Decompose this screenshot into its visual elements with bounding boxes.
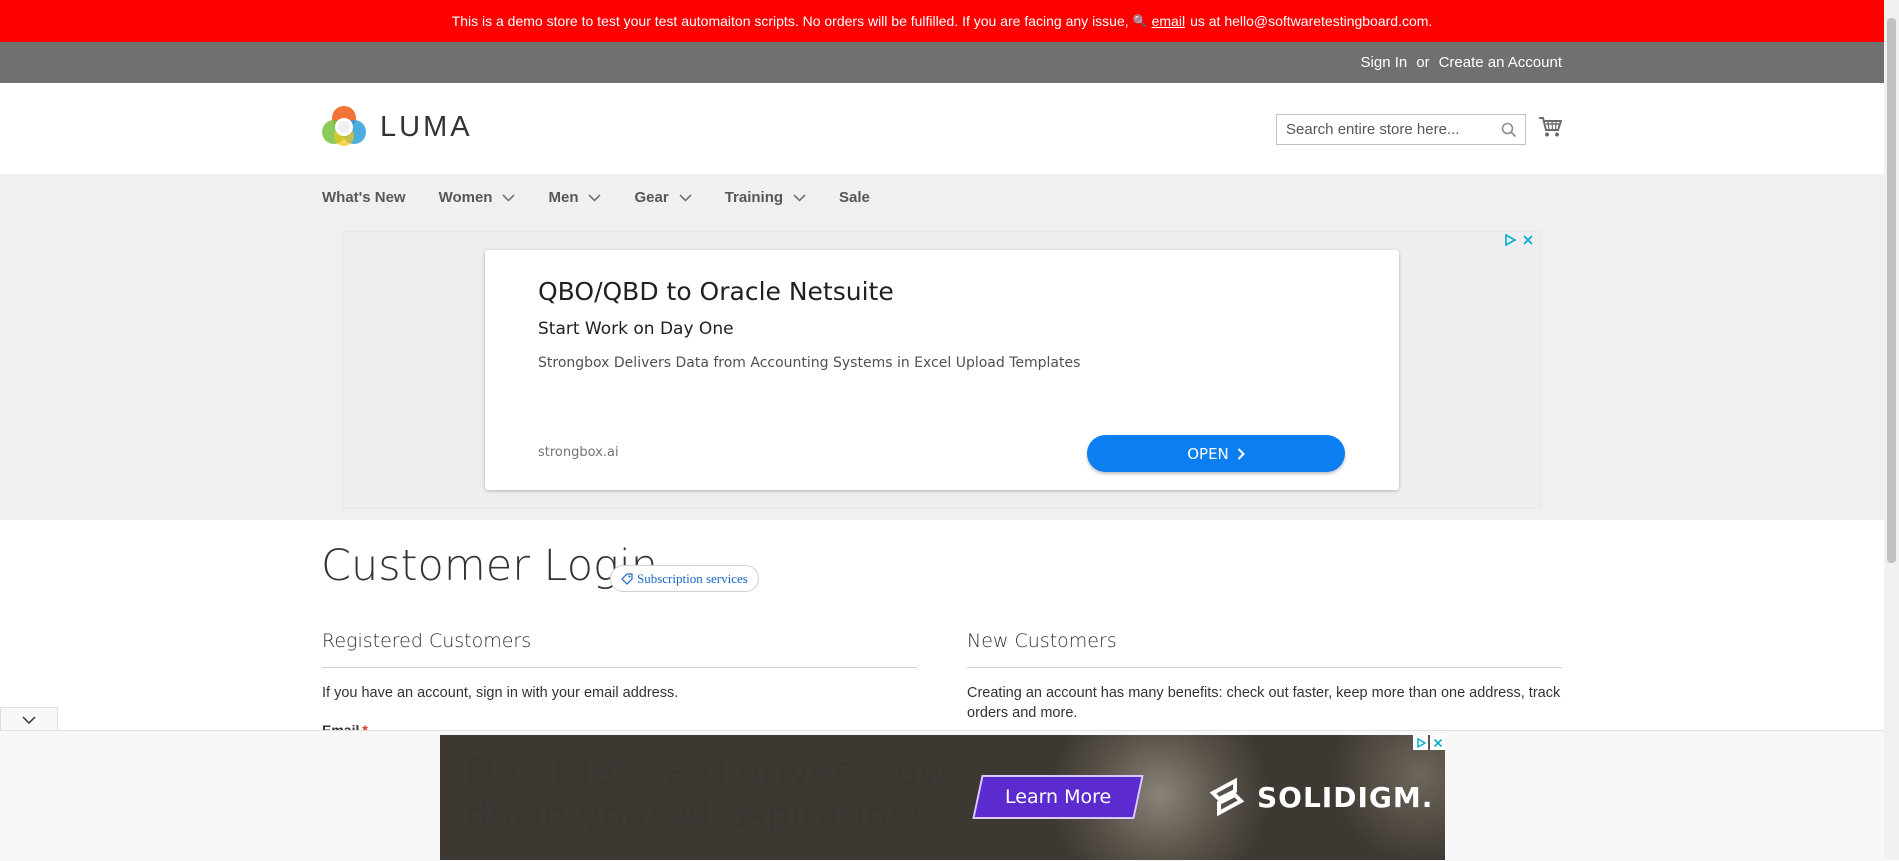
new-customers-intro: Creating an account has many benefits: c… <box>967 685 1561 721</box>
adchoices-icon[interactable] <box>1413 735 1428 750</box>
new-customers-divider <box>967 667 1562 668</box>
ad-description: Strongbox Delivers Data from Accounting … <box>538 355 1081 371</box>
nav-label: Sale <box>839 189 870 206</box>
learn-more-label: Learn More <box>1004 786 1112 808</box>
ad-subtitle: Start Work on Day One <box>538 319 734 339</box>
registered-intro: If you have an account, sign in with you… <box>322 685 679 701</box>
logo[interactable]: LUMA <box>322 105 473 149</box>
ad-controls <box>1504 234 1534 246</box>
ad-open-button[interactable]: OPEN <box>1087 435 1345 472</box>
chevron-down-icon <box>22 715 36 724</box>
ad-open-label: OPEN <box>1187 444 1229 463</box>
chevron-down-icon <box>793 193 806 202</box>
create-account-link[interactable]: Create an Account <box>1439 54 1562 71</box>
banner-line-2: down your AI aspirations. <box>466 794 944 837</box>
demo-notice-text: This is a demo store to test your test a… <box>451 13 1129 29</box>
new-customers-title: New Customers <box>967 630 1117 652</box>
nav-item-sale[interactable]: Sale <box>839 189 870 206</box>
banner-brand-text: SOLIDIGM. <box>1257 780 1434 814</box>
registered-customers-title: Registered Customers <box>322 630 532 652</box>
logo-text: LUMA <box>380 110 473 143</box>
chevron-down-icon <box>679 193 692 202</box>
email-link[interactable]: email <box>1152 13 1185 29</box>
chevron-down-icon <box>588 193 602 202</box>
solidigm-mark-icon <box>1209 777 1245 817</box>
scrollbar-thumb[interactable] <box>1887 18 1896 563</box>
demo-notice-bar: This is a demo store to test your test a… <box>0 0 1884 42</box>
nav-item-men[interactable]: Men <box>548 189 602 206</box>
demo-notice-tail: us at hello@softwaretestingboard.com. <box>1190 13 1433 29</box>
subscription-services-badge[interactable]: Subscription services <box>610 565 759 592</box>
tag-icon <box>621 572 633 585</box>
nav-label: Men <box>548 189 579 206</box>
close-icon[interactable] <box>1430 735 1445 750</box>
chevron-right-icon <box>1237 447 1245 460</box>
collapse-ad-button[interactable] <box>0 707 58 731</box>
main-nav: What's New Women Men Gear Training Sale <box>322 174 903 221</box>
banner-headline: Don’t let hard drives slow down your AI … <box>466 750 949 838</box>
nav-item-women[interactable]: Women <box>439 189 516 206</box>
banner-ad[interactable]: Don’t let hard drives slow down your AI … <box>440 735 1445 860</box>
cart-icon <box>1539 117 1563 137</box>
search-input[interactable] <box>1277 115 1496 144</box>
nav-item-gear[interactable]: Gear <box>634 189 692 206</box>
banner-line-1: Don’t let hard drives slow <box>466 750 949 793</box>
nav-label: Women <box>438 189 493 206</box>
registered-divider <box>322 667 917 668</box>
nav-item-training[interactable]: Training <box>725 189 806 206</box>
banner-ad-controls <box>1413 735 1445 750</box>
or-separator: or <box>1416 54 1430 71</box>
close-icon[interactable] <box>1522 234 1534 246</box>
nav-label: Gear <box>634 189 669 206</box>
search-button[interactable] <box>1501 122 1517 143</box>
header-panel: Sign In or Create an Account <box>0 42 1884 83</box>
adchoices-icon[interactable] <box>1504 234 1516 246</box>
page-title: Customer Login <box>321 541 659 591</box>
solidigm-logo: SOLIDIGM. <box>1205 775 1433 819</box>
nav-label: Training <box>724 189 784 206</box>
chevron-down-icon <box>502 193 516 202</box>
ad-card[interactable]: QBO/QBD to Oracle Netsuite Start Work on… <box>485 250 1399 490</box>
search-box <box>1276 114 1526 145</box>
header-links: Sign In or Create an Account <box>1361 42 1562 83</box>
ad-title[interactable]: QBO/QBD to Oracle Netsuite <box>538 277 894 306</box>
ad-domain: strongbox.ai <box>538 445 619 460</box>
nav-label: What's New <box>322 189 406 206</box>
sign-in-link[interactable]: Sign In <box>1361 54 1408 71</box>
search-icon: 🔍 <box>1132 14 1148 28</box>
page-scrollbar[interactable] <box>1884 0 1899 860</box>
minicart-button[interactable] <box>1538 116 1563 143</box>
luma-logo-icon <box>322 106 366 146</box>
search-icon <box>1501 122 1517 138</box>
page-header: LUMA <box>0 83 1884 174</box>
subscription-services-label: Subscription services <box>637 570 748 586</box>
learn-more-button[interactable]: Learn More <box>972 775 1144 819</box>
nav-item-whats-new[interactable]: What's New <box>322 189 406 206</box>
